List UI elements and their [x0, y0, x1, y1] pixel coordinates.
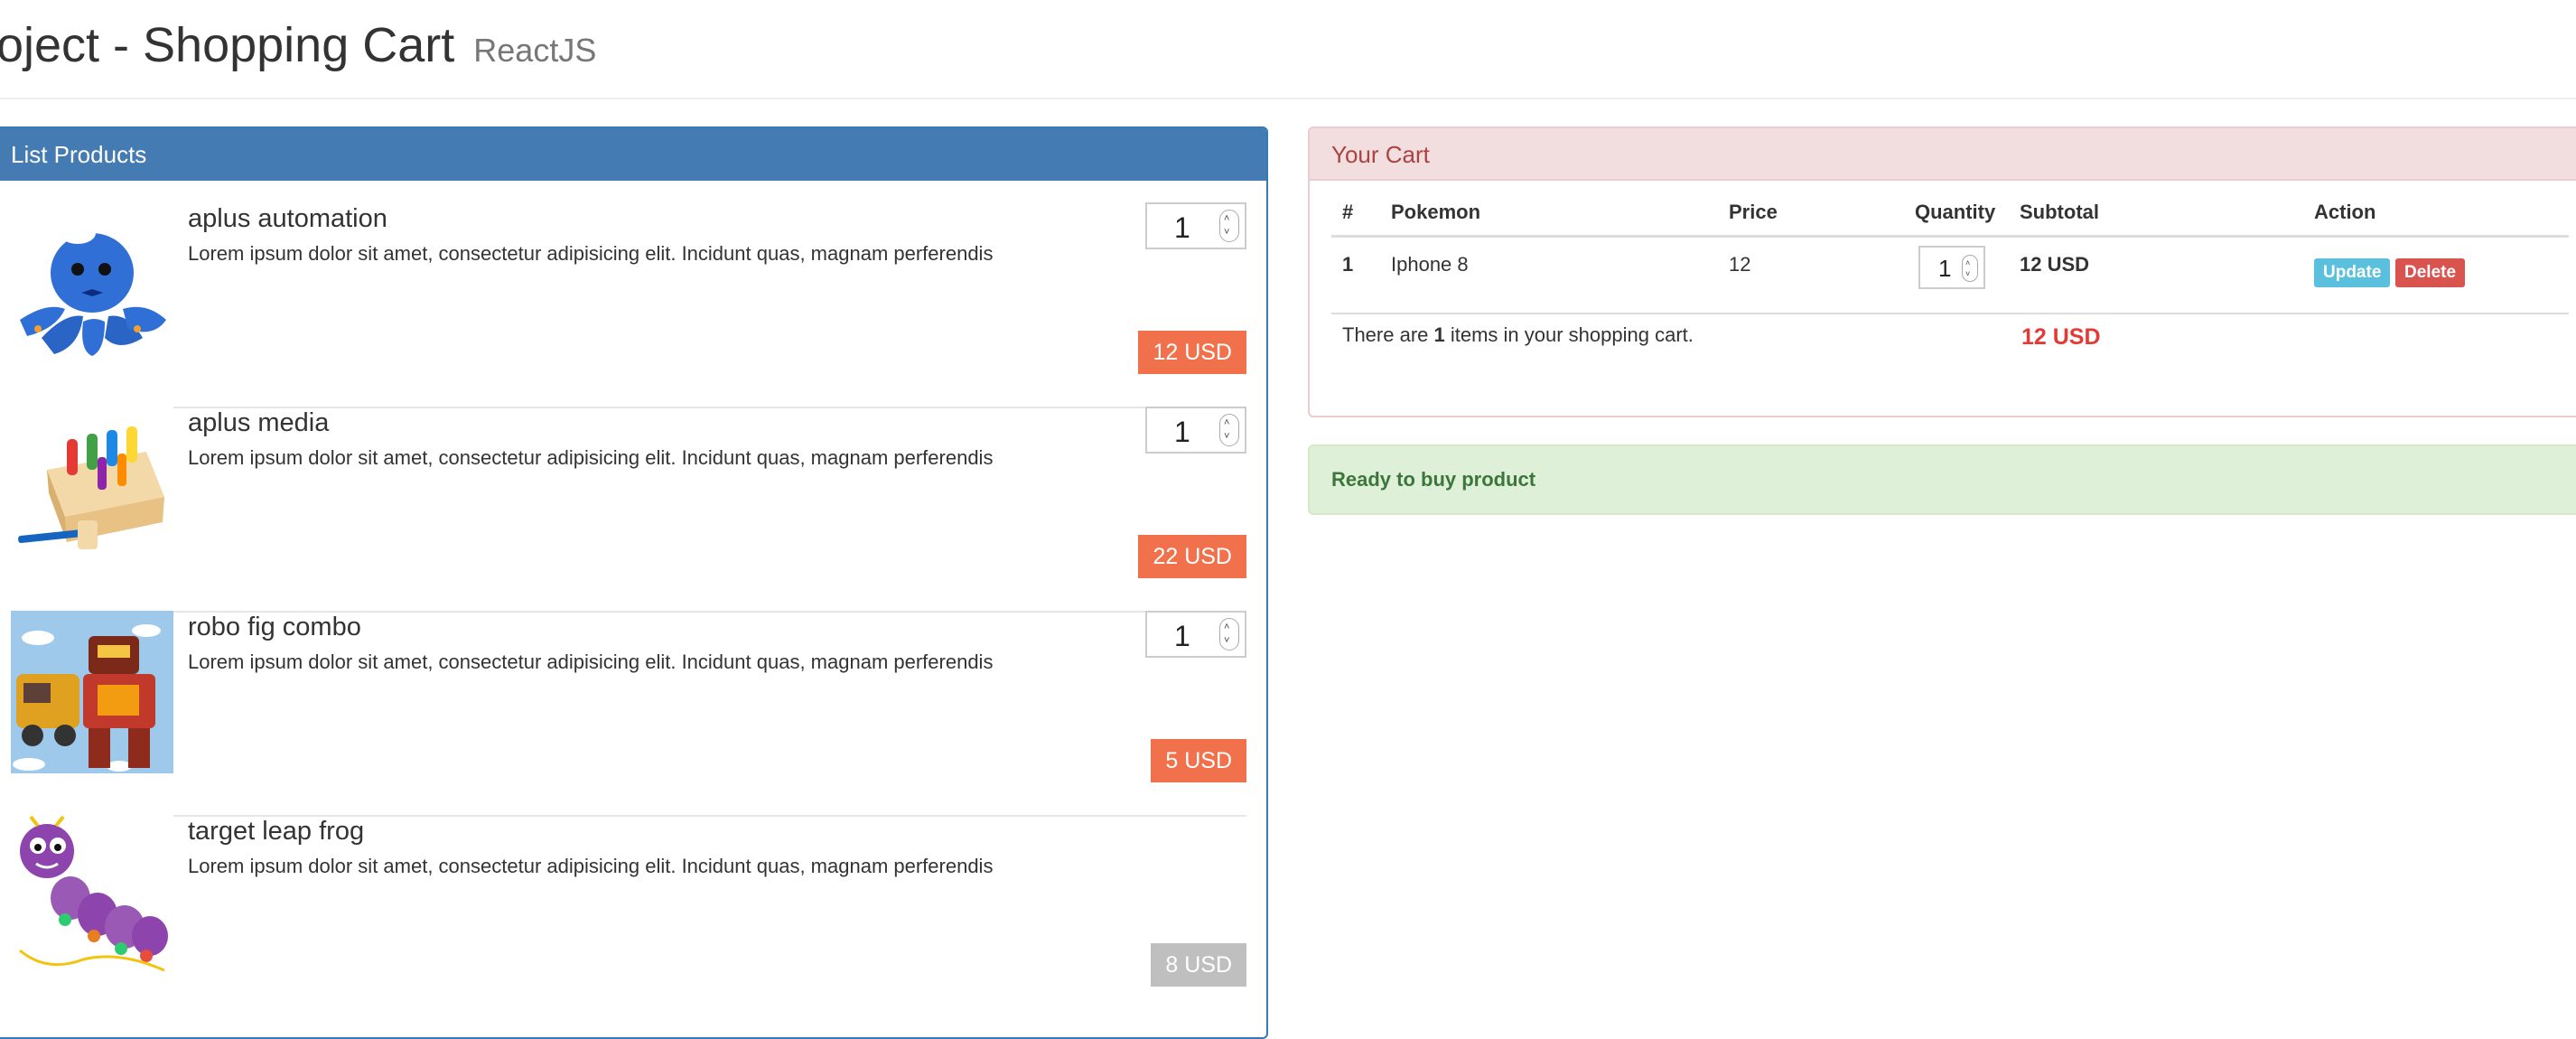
status-alert: Ready to buy product — [1308, 445, 2576, 515]
column-header-action: Action — [2314, 201, 2376, 223]
product-item-aplus-media: aplus media Lorem ipsum dolor sit amet, … — [11, 407, 1246, 613]
quantity-stepper[interactable]: 1 ˄ ˅ — [1145, 202, 1246, 249]
cart-panel: Your Cart # Pokemon Price Quantity Subto… — [1308, 126, 2576, 417]
page-title-text: roject - Shopping Cart — [0, 18, 455, 72]
product-item-robo-fig-combo: robo fig combo Lorem ipsum dolor sit ame… — [11, 611, 1246, 817]
page-title: roject - Shopping Cart ReactJS — [0, 13, 596, 83]
cart-row-product-name: Iphone 8 — [1391, 253, 1469, 276]
summary-suffix: items in your shopping cart. — [1444, 323, 1694, 346]
product-item-aplus-automation: aplus automation Lorem ipsum dolor sit a… — [11, 202, 1246, 408]
products-panel: List Products aplus automation Lorem ips… — [0, 126, 1268, 1039]
price-tag-disabled: 8 USD — [1151, 943, 1246, 987]
number-spinner-icon[interactable]: ˄ ˅ — [1219, 414, 1239, 446]
summary-count: 1 — [1433, 323, 1445, 346]
delete-button[interactable]: Delete — [2395, 258, 2466, 287]
number-spinner-icon[interactable]: ˄ ˅ — [1962, 255, 1978, 282]
column-header-quantity: Quantity — [1915, 201, 1996, 223]
product-description: Lorem ipsum dolor sit amet, consectetur … — [188, 446, 994, 469]
cart-row-price: 12 — [1729, 253, 1751, 276]
page-header: roject - Shopping Cart ReactJS — [0, 0, 2576, 99]
price-tag: 5 USD — [1151, 739, 1246, 782]
product-description: Lorem ipsum dolor sit amet, consectetur … — [188, 855, 994, 877]
quantity-value: 1 — [1174, 620, 1190, 652]
quantity-value: 1 — [1174, 211, 1190, 244]
products-heading: List Products — [0, 128, 1266, 181]
product-image-robot-toy — [11, 611, 173, 773]
column-header-subtotal: Subtotal — [2020, 201, 2099, 223]
table-row-divider — [1331, 313, 2569, 314]
product-image-hammer-toy — [11, 407, 173, 569]
number-spinner-icon[interactable]: ˄ ˅ — [1219, 618, 1239, 651]
quantity-value: 1 — [1174, 416, 1190, 448]
column-header-index: # — [1342, 201, 1354, 223]
cart-total: 12 USD — [2021, 324, 2101, 350]
product-item-target-leap-frog: target leap frog Lorem ipsum dolor sit a… — [11, 815, 1246, 1019]
column-header-price: Price — [1729, 201, 1778, 223]
update-button[interactable]: Update — [2314, 258, 2391, 287]
quantity-value: 1 — [1938, 255, 1952, 282]
cart-summary-text: There are 1 items in your shopping cart. — [1342, 322, 1694, 349]
summary-prefix: There are — [1342, 323, 1434, 346]
cart-heading: Your Cart — [1310, 128, 2576, 181]
product-image-caterpillar-toy — [11, 815, 173, 978]
cart-quantity-stepper[interactable]: 1 ˄ ˅ — [1918, 246, 1985, 289]
product-description: Lorem ipsum dolor sit amet, consectetur … — [188, 651, 994, 673]
column-header-pokemon: Pokemon — [1391, 201, 1481, 223]
price-tag: 22 USD — [1138, 535, 1246, 578]
cart-row-index: 1 — [1342, 253, 1354, 276]
cart-row-subtotal: 12 USD — [2020, 253, 2090, 276]
number-spinner-icon[interactable]: ˄ ˅ — [1219, 210, 1239, 242]
quantity-stepper[interactable]: 1 ˄ ˅ — [1145, 611, 1246, 658]
price-tag: 12 USD — [1138, 331, 1246, 374]
product-name: robo fig combo — [188, 613, 361, 641]
product-description: Lorem ipsum dolor sit amet, consectetur … — [188, 242, 994, 265]
product-name: aplus automation — [188, 204, 387, 233]
product-image-octopus-toy — [11, 202, 173, 365]
quantity-stepper[interactable]: 1 ˄ ˅ — [1145, 407, 1246, 454]
table-header-divider — [1331, 235, 2569, 238]
product-name: aplus media — [188, 408, 330, 437]
product-name: target leap frog — [188, 817, 365, 846]
page-subtitle: ReactJS — [473, 32, 597, 69]
